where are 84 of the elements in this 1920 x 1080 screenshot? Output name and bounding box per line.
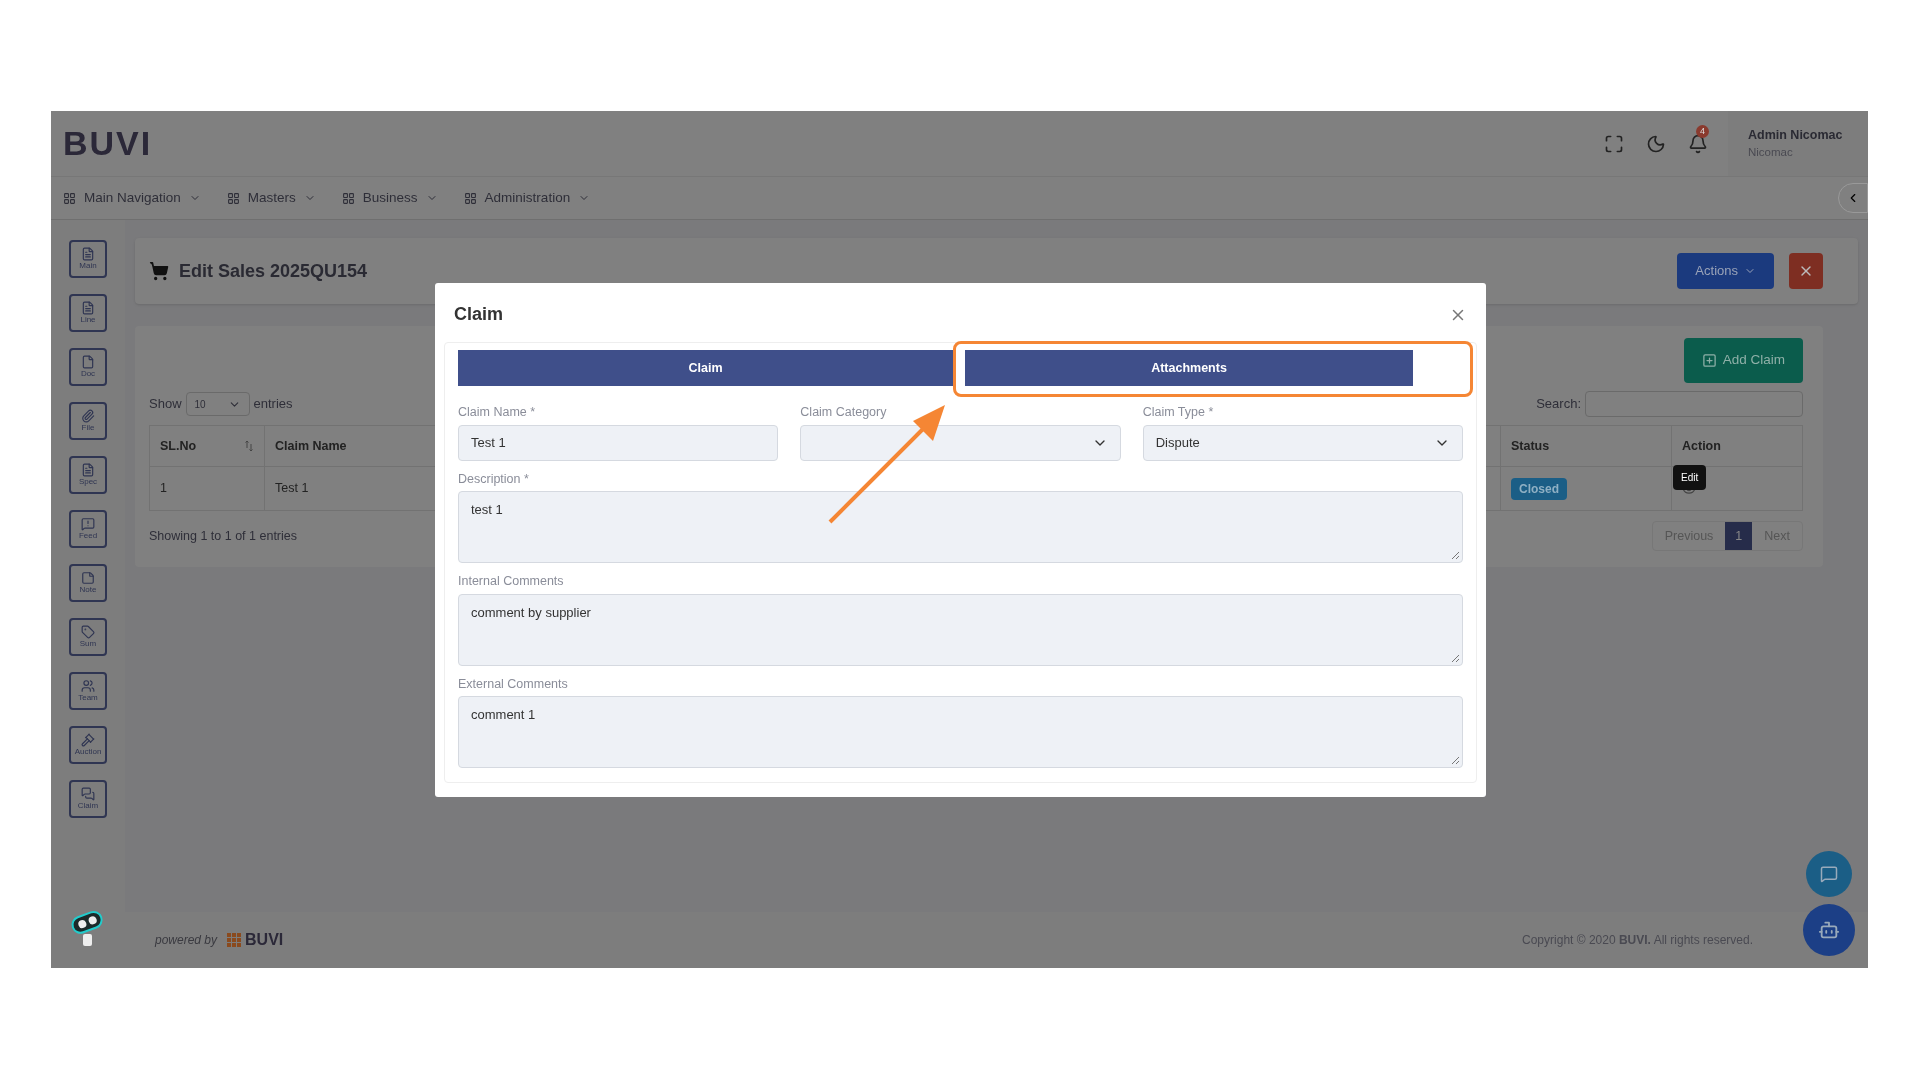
- entries-label: entries: [253, 395, 293, 414]
- page-size-select[interactable]: 10: [185, 392, 250, 416]
- nav-menu-item[interactable]: Business: [341, 187, 438, 209]
- notification-badge: 4: [1696, 124, 1709, 138]
- entries-summary: Showing 1 to 1 of 1 entries: [149, 527, 297, 545]
- notifications-icon[interactable]: [1688, 133, 1708, 154]
- sidebar-button[interactable]: Auction: [69, 726, 107, 764]
- text-area[interactable]: comment by supplier: [458, 593, 1463, 666]
- chat-button[interactable]: [1806, 851, 1852, 897]
- fullscreen-icon[interactable]: [1604, 133, 1624, 154]
- paperclip-icon: [81, 409, 95, 423]
- grid-icon: [341, 191, 355, 205]
- select-field[interactable]: Dispute: [1142, 424, 1463, 461]
- actions-button[interactable]: Actions: [1677, 253, 1774, 289]
- footer-logo: BUVI: [245, 930, 284, 950]
- field-label: Description *: [458, 472, 530, 485]
- column-header[interactable]: Status: [1500, 426, 1672, 466]
- sidebar-button[interactable]: Main: [69, 240, 107, 278]
- user-name: Admin Nicomac: [1748, 126, 1844, 144]
- sidebar-button[interactable]: Claim: [69, 780, 107, 818]
- sidebar-button[interactable]: Spec: [69, 456, 107, 494]
- resize-handle-icon: [1451, 756, 1460, 765]
- document-icon: [81, 247, 95, 261]
- gavel-icon: [81, 733, 95, 747]
- input-field[interactable]: Test 1: [458, 424, 779, 461]
- chat-icon: [81, 787, 95, 801]
- chat-icon: [1820, 865, 1838, 883]
- document-icon: [81, 301, 95, 315]
- sort-icon: [244, 440, 254, 452]
- alert-message-icon: [81, 517, 95, 531]
- sidebar-button[interactable]: Sum: [69, 618, 107, 656]
- nav-menu-label: Administration: [484, 188, 571, 207]
- file-icon: [81, 355, 95, 369]
- grid-icon: [463, 191, 477, 205]
- field-label: Claim Category: [800, 406, 888, 419]
- people-icon: [81, 679, 95, 693]
- column-header[interactable]: SL.No: [150, 426, 265, 466]
- tab[interactable]: Claim: [458, 350, 953, 386]
- nav-menu-label: Business: [362, 188, 418, 207]
- dialog-title: Claim: [454, 303, 504, 326]
- nav-menu-label: Main Navigation: [84, 188, 181, 207]
- moon-icon[interactable]: [1646, 133, 1666, 154]
- page-title: Edit Sales 2025QU154: [179, 259, 368, 283]
- robot-icon: [1818, 919, 1840, 941]
- grid-icon: [226, 191, 240, 205]
- nav-menu-item[interactable]: Main Navigation: [63, 187, 201, 209]
- note-icon: [81, 571, 95, 585]
- tooltip: Edit: [1673, 465, 1707, 490]
- brand-mark-icon: [227, 933, 242, 947]
- sidebar-button[interactable]: File: [69, 402, 107, 440]
- nav-menu-item[interactable]: Masters: [226, 187, 316, 209]
- search-label: Search:: [1536, 395, 1581, 414]
- select-value: Dispute: [1155, 433, 1200, 452]
- show-label: Show: [149, 395, 182, 414]
- tab[interactable]: Attachments: [965, 350, 1413, 386]
- field-label: Claim Name *: [458, 406, 537, 419]
- text-area[interactable]: comment 1: [458, 696, 1463, 768]
- nav-menu-item[interactable]: Administration: [463, 187, 591, 209]
- document-icon: [81, 463, 95, 477]
- logo: BUVI: [63, 123, 153, 164]
- powered-by-text: powered by: [155, 932, 218, 949]
- page-button[interactable]: 1: [1725, 522, 1753, 550]
- add-claim-button[interactable]: Add Claim: [1683, 338, 1803, 383]
- field-label: Internal Comments: [458, 575, 565, 588]
- field-label: Claim Type *: [1142, 406, 1215, 419]
- table-cell: 1: [150, 466, 265, 510]
- resize-handle-icon: [1451, 551, 1460, 560]
- select-field[interactable]: [800, 424, 1121, 461]
- close-button[interactable]: [1789, 253, 1823, 289]
- sidebar-button[interactable]: Feed: [69, 510, 107, 548]
- cart-icon: [149, 261, 169, 281]
- sidebar-button[interactable]: Team: [69, 672, 107, 710]
- plus-square-icon: [1701, 353, 1717, 368]
- sidebar-button[interactable]: Doc: [69, 348, 107, 386]
- text-area[interactable]: test 1: [458, 491, 1463, 563]
- nav-menu-label: Masters: [247, 188, 296, 207]
- column-header[interactable]: Action: [1682, 436, 1721, 456]
- resize-handle-icon: [1451, 653, 1460, 663]
- sidebar-button[interactable]: Line: [69, 294, 107, 332]
- status-badge: Closed: [1511, 477, 1567, 500]
- field-label: External Comments: [458, 677, 569, 690]
- tag-icon: [81, 625, 95, 639]
- sidebar-button[interactable]: Note: [69, 564, 107, 602]
- grid-icon: [63, 191, 76, 205]
